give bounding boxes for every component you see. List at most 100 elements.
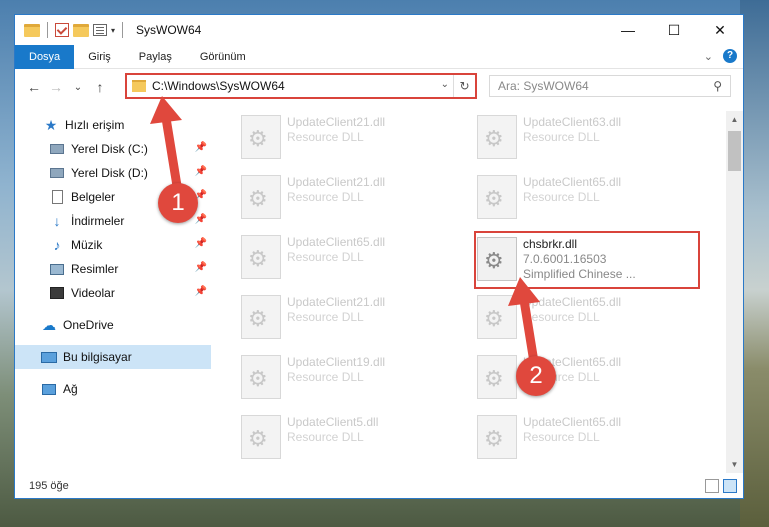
back-button[interactable]: ← — [23, 79, 45, 95]
tiles-view-icon[interactable] — [723, 479, 737, 493]
sidebar-item-network[interactable]: Ağ — [15, 377, 211, 401]
file-description: Resource DLL — [523, 190, 600, 204]
file-description: Resource DLL — [287, 310, 364, 324]
ribbon-tabs: Dosya Giriş Paylaş Görünüm ⌄ ? — [15, 44, 743, 69]
navigation-bar: ← → ⌄ ↑ C:\Windows\SysWOW64 ⌄ ↻ Ara: Sys… — [15, 73, 743, 101]
up-button[interactable]: ↑ — [89, 79, 111, 95]
file-description: Resource DLL — [287, 190, 364, 204]
file-name: UpdateClient63.dll — [523, 115, 622, 129]
download-icon: ↓ — [53, 213, 61, 229]
file-item[interactable]: UpdateClient5.dllResource DLL — [221, 411, 441, 465]
scroll-up-icon[interactable]: ▲ — [726, 111, 743, 128]
customize-toolbar-chevron-icon[interactable]: ▾ — [111, 26, 115, 35]
tab-file[interactable]: Dosya — [15, 44, 75, 69]
dll-file-icon — [477, 175, 517, 219]
properties-icon[interactable] — [93, 24, 107, 36]
sidebar-item-label: OneDrive — [63, 318, 114, 332]
sidebar-item-label: Ağ — [63, 382, 78, 396]
dll-file-icon — [477, 115, 517, 159]
sidebar-item-local-disk-c[interactable]: Yerel Disk (C:) 📌 — [15, 137, 211, 161]
file-item[interactable]: UpdateClient21.dllResource DLL — [221, 171, 441, 225]
search-icon[interactable]: ⚲ — [713, 79, 722, 93]
file-name: UpdateClient21.dll — [287, 175, 386, 189]
view-switcher — [705, 479, 737, 493]
file-item[interactable]: UpdateClient19.dllResource DLL — [221, 351, 441, 405]
close-button[interactable]: ✕ — [697, 15, 743, 45]
address-bar[interactable]: C:\Windows\SysWOW64 ⌄ ↻ — [125, 73, 477, 99]
file-item[interactable]: UpdateClient65.dllResource DLL — [457, 171, 677, 225]
sidebar-item-local-disk-d[interactable]: Yerel Disk (D:) 📌 — [15, 161, 211, 185]
search-placeholder: Ara: SysWOW64 — [498, 79, 589, 93]
file-item[interactable]: UpdateClient65.dllResource DLL — [457, 351, 677, 405]
sidebar-item-videos[interactable]: Videolar 📌 — [15, 281, 211, 305]
sidebar-item-this-pc[interactable]: Bu bilgisayar — [15, 345, 211, 369]
tab-home[interactable]: Giriş — [74, 45, 125, 69]
pictures-icon — [49, 261, 65, 277]
sidebar-item-label: Videolar — [71, 286, 115, 300]
network-icon — [41, 381, 57, 397]
ribbon-right-controls: ⌄ ? — [704, 49, 737, 63]
file-item[interactable]: UpdateClient65.dllResource DLL — [221, 231, 441, 285]
file-name: UpdateClient65.dll — [523, 415, 622, 429]
file-item[interactable]: UpdateClient65.dllResource DLL — [457, 291, 677, 345]
dll-file-icon — [477, 295, 517, 339]
scroll-thumb[interactable] — [728, 131, 741, 171]
drive-icon — [49, 165, 65, 181]
file-item[interactable]: UpdateClient21.dllResource DLL — [221, 111, 441, 165]
file-item[interactable]: UpdateClient65.dllResource DLL — [457, 411, 677, 465]
pin-icon[interactable]: 📌 — [195, 238, 207, 249]
file-item[interactable]: UpdateClient63.dllResource DLL — [457, 111, 677, 165]
status-bar: 195 öğe — [15, 474, 743, 498]
refresh-button[interactable]: ↻ — [453, 75, 475, 97]
address-dropdown-icon[interactable]: ⌄ — [441, 79, 449, 90]
expand-ribbon-chevron-icon[interactable]: ⌄ — [704, 50, 713, 63]
window-controls: — ☐ ✕ — [605, 15, 743, 45]
folder-icon — [132, 80, 146, 92]
pin-icon[interactable]: 📌 — [195, 214, 207, 225]
folder-icon[interactable] — [24, 23, 40, 37]
star-icon: ★ — [44, 116, 58, 133]
help-icon[interactable]: ? — [723, 49, 737, 63]
file-name: UpdateClient5.dll — [287, 415, 379, 429]
search-input[interactable]: Ara: SysWOW64 ⚲ — [489, 75, 731, 97]
address-path[interactable]: C:\Windows\SysWOW64 — [152, 79, 285, 93]
step-badge-1: 1 — [158, 183, 198, 223]
file-description: Resource DLL — [287, 370, 364, 384]
dll-file-icon — [241, 115, 281, 159]
sidebar-item-pictures[interactable]: Resimler 📌 — [15, 257, 211, 281]
forward-button[interactable]: → — [45, 79, 67, 95]
maximize-button[interactable]: ☐ — [651, 15, 697, 45]
cloud-icon: ☁ — [42, 316, 56, 333]
file-description: Resource DLL — [523, 310, 600, 324]
tab-share[interactable]: Paylaş — [125, 45, 186, 69]
pin-icon[interactable]: 📌 — [195, 262, 207, 273]
pin-icon[interactable]: 📌 — [195, 142, 207, 153]
sidebar-item-label: Hızlı erişim — [65, 118, 125, 132]
sidebar-item-label: Yerel Disk (C:) — [71, 142, 148, 156]
properties-check-icon[interactable] — [55, 23, 69, 37]
file-item[interactable]: UpdateClient21.dllResource DLL — [221, 291, 441, 345]
new-folder-icon[interactable] — [73, 23, 89, 37]
sidebar-item-quick-access[interactable]: ★ Hızlı erişim — [15, 113, 211, 137]
pin-icon[interactable]: 📌 — [195, 286, 207, 297]
file-description: Resource DLL — [287, 130, 364, 144]
vertical-scrollbar[interactable]: ▲ ▼ — [726, 111, 743, 473]
details-view-icon[interactable] — [705, 479, 719, 493]
minimize-button[interactable]: — — [605, 15, 651, 45]
sidebar-item-onedrive[interactable]: ☁ OneDrive — [15, 313, 211, 337]
file-list: UpdateClient21.dllResource DLL UpdateCli… — [221, 111, 723, 471]
navigation-pane: ★ Hızlı erişim Yerel Disk (C:) 📌 Yerel D… — [15, 111, 211, 471]
toolbar-divider — [47, 22, 48, 38]
scroll-down-icon[interactable]: ▼ — [726, 456, 743, 473]
tab-view[interactable]: Görünüm — [186, 45, 260, 69]
dll-file-icon — [241, 415, 281, 459]
background-mountain — [740, 0, 769, 527]
file-description: Resource DLL — [287, 250, 364, 264]
recent-locations-button[interactable]: ⌄ — [67, 82, 89, 93]
dll-file-icon — [241, 295, 281, 339]
sidebar-item-music[interactable]: ♪ Müzik 📌 — [15, 233, 211, 257]
explorer-window: ▾ SysWOW64 — ☐ ✕ Dosya Giriş Paylaş Görü… — [14, 14, 744, 499]
dll-file-icon — [477, 355, 517, 399]
pin-icon[interactable]: 📌 — [195, 166, 207, 177]
documents-icon — [49, 189, 65, 205]
